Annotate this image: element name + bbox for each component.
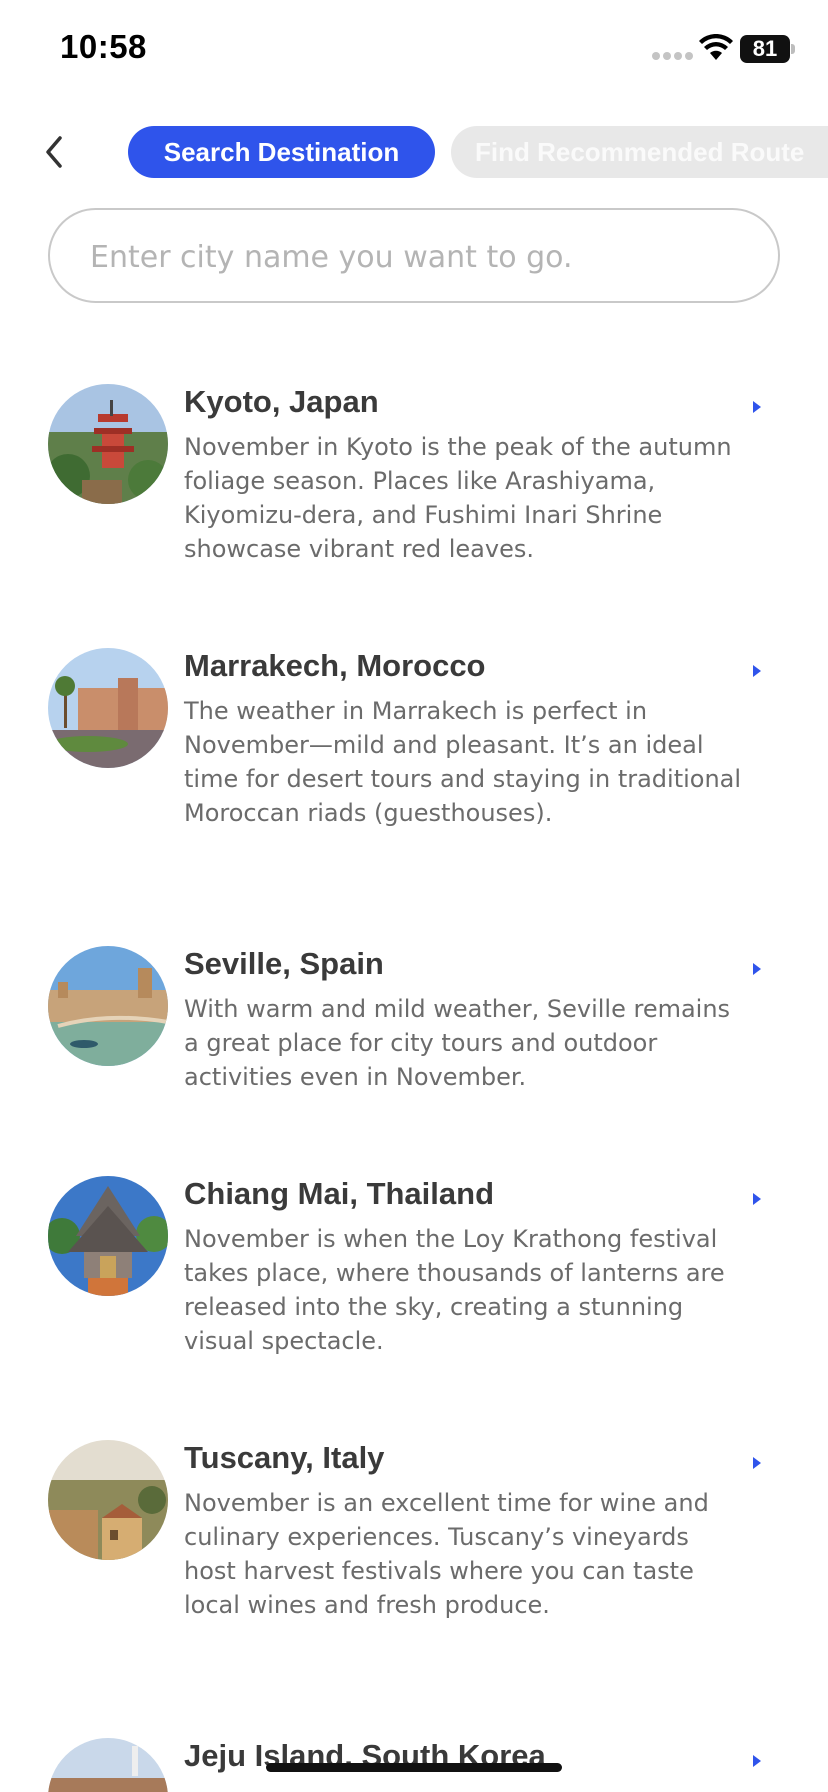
chevron-right-icon	[753, 1457, 761, 1469]
status-bar: 10:58 81	[0, 0, 828, 100]
destination-photo	[48, 1176, 168, 1296]
destination-description: November in Kyoto is the peak of the aut…	[184, 433, 732, 563]
destination-title: Seville, Spain	[184, 946, 384, 981]
chevron-left-icon	[46, 136, 62, 168]
cellular-signal-icon	[652, 52, 693, 60]
tab-search-destination[interactable]: Search Destination	[128, 126, 435, 178]
tab-find-recommended-route[interactable]: Find Recommended Route	[451, 126, 828, 178]
destination-title: Kyoto, Japan	[184, 384, 379, 419]
destination-photo	[48, 1440, 168, 1560]
destination-photo	[48, 1738, 168, 1792]
destination-title: Chiang Mai, Thailand	[184, 1176, 495, 1211]
chevron-right-icon	[753, 665, 761, 677]
destination-photo	[48, 648, 168, 768]
chevron-right-icon	[753, 401, 761, 413]
destination-title: Marrakech, Morocco	[184, 648, 486, 683]
search-input[interactable]	[88, 230, 732, 284]
chevron-right-icon	[753, 1755, 761, 1767]
status-time: 10:58	[60, 28, 147, 65]
wifi-icon	[699, 34, 733, 60]
destination-description: November is when the Loy Krathong festiv…	[184, 1225, 725, 1355]
destination-description: With warm and mild weather, Seville rema…	[184, 995, 731, 1091]
destination-title: Tuscany, Italy	[184, 1440, 385, 1475]
home-indicator	[266, 1763, 562, 1772]
destination-photo	[48, 946, 168, 1066]
chevron-right-icon	[753, 963, 761, 975]
battery-icon: 81	[740, 35, 790, 63]
back-button[interactable]	[38, 130, 74, 174]
chevron-right-icon	[753, 1193, 761, 1205]
destination-photo	[48, 384, 168, 504]
destination-description: The weather in Marrakech is perfect in N…	[184, 697, 742, 827]
destination-description: November is an excellent time for wine a…	[184, 1489, 709, 1619]
battery-cap	[791, 44, 795, 54]
search-box	[48, 208, 780, 303]
